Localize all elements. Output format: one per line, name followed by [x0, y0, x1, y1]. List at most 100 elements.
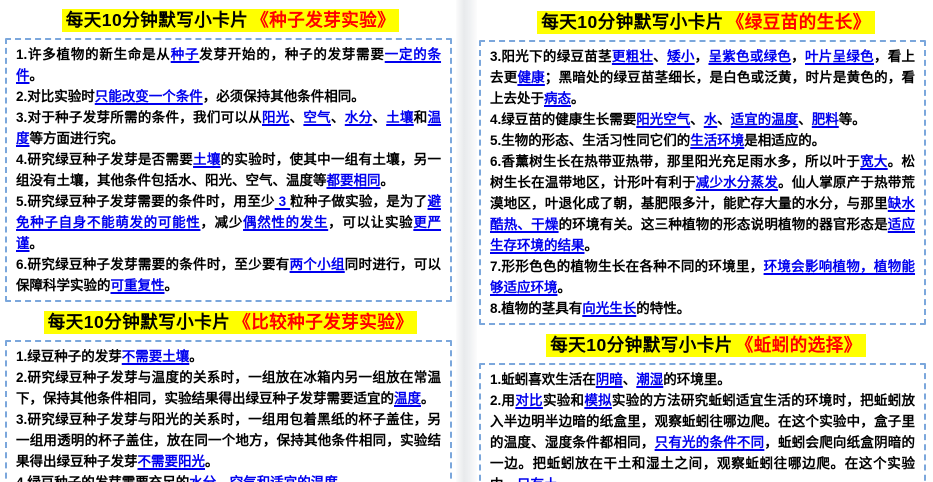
page-gap [456, 0, 477, 482]
title-book-name: 《种子发芽实验》 [251, 10, 396, 30]
title-book-name: 《绿豆苗的生长》 [726, 12, 871, 32]
card-item: 5.生物的形态、生活习性同它们的生活环境是相适应的。 [490, 130, 915, 151]
text-run: 8.植物的茎具有 [490, 301, 583, 316]
title-prefix: 每天10分钟默写小卡片 [47, 312, 231, 332]
card-body: 3.阳光下的绿豆苗茎更粗壮、矮小，呈紫色或绿色，叶片呈绿色，看上去更健康；黑暗处… [479, 40, 926, 325]
column-right: 每天10分钟默写小卡片 《绿豆苗的生长》 3.阳光下的绿豆苗茎更粗壮、矮小，呈紫色或… [477, 0, 933, 482]
text-run: 、 [289, 110, 304, 125]
text-run: 。 [584, 238, 599, 253]
card-item: 4.绿豆苗的健康生长需要阳光空气、水、适宜的温度、肥料等。 [490, 109, 915, 130]
text-run: 。 [29, 68, 44, 83]
text-run: 、 [330, 110, 345, 125]
text-run: 2.用 [490, 393, 516, 408]
answer-blank: 潮湿 [636, 372, 664, 387]
text-run: ，可以让实验 [328, 215, 414, 230]
answer-blank: 减少水分蒸发 [695, 175, 779, 190]
text-run: 4.研究绿豆种子发芽是否需要 [16, 152, 194, 167]
text-run: 。 [338, 475, 352, 482]
text-run: 7.形形色色的植物生长在各种不同的环境里， [490, 259, 764, 274]
text-run: 、 [798, 112, 812, 127]
text-run: 实验和 [542, 393, 585, 408]
answer-blank: 宽大 [860, 154, 888, 169]
answer-blank: 病态 [544, 91, 571, 106]
answer-blank: 偶然性的发生 [243, 215, 329, 230]
document-page: 每天10分钟默写小卡片 《种子发芽实验》 1.许多植物的新生命是从种子发芽开始的，种… [0, 0, 933, 482]
text-run: 、 [690, 112, 704, 127]
text-run: 1.绿豆种子的发芽 [16, 349, 122, 364]
card-body: 1.绿豆种子的发芽不需要土壤。 2.研究绿豆种子发芽与温度的关系时，一组放在冰箱内… [5, 340, 452, 482]
answer-blank: 3 [274, 194, 291, 209]
text-run: 是相适应的。 [744, 133, 826, 148]
card-item: 4.研究绿豆种子发芽是否需要土壤的实验时，使其中一组有土壤，另一组没有土壤，其他… [16, 149, 441, 191]
answer-blank: 空气 [303, 110, 331, 125]
column-left: 每天10分钟默写小卡片 《种子发芽实验》 1.许多植物的新生命是从种子发芽开始的，种… [0, 0, 456, 482]
card-title: 每天10分钟默写小卡片 《绿豆苗的生长》 [479, 10, 933, 34]
card-item: 3.研究绿豆种子发芽与阳光的关系时，一组用包着黑纸的杯子盖住，另一组用透明的杯子… [16, 409, 441, 472]
text-run: 5.研究绿豆种子发芽需要的条件时，用至少 [16, 194, 275, 209]
text-run: 等。 [838, 112, 866, 127]
card-title: 每天10分钟默写小卡片 《比较种子发芽实验》 [5, 310, 456, 334]
answer-blank: 适宜的温度 [730, 112, 799, 127]
text-run: 。 [205, 454, 219, 469]
text-run: ， [694, 49, 709, 64]
answer-blank: 土壤 [386, 110, 414, 125]
card-item: 2.用对比实验和模拟实验的方法研究蚯蚓适宜生活的环境时，把蚯蚓放入半边明半边暗的… [490, 390, 915, 482]
answer-blank: 矮小 [667, 49, 695, 64]
answer-blank: 不需要土壤 [121, 349, 190, 364]
text-run: 5.生物的形态、生活习性同它们的 [490, 133, 691, 148]
text-run: 、 [653, 49, 668, 64]
text-run: 。 [29, 236, 44, 251]
title-prefix: 每天10分钟默写小卡片 [550, 335, 733, 355]
card-item: 8.植物的茎具有向光生长的特性。 [490, 298, 915, 319]
title-book-name: 《蚯蚓的选择》 [735, 335, 862, 355]
answer-blank: 叶片呈绿色 [805, 49, 874, 64]
text-run: 6.研究绿豆种子发芽需要的条件时，至少要有 [16, 257, 290, 272]
title-highlight: 每天10分钟默写小卡片 《种子发芽实验》 [61, 9, 400, 32]
card-item: 2.研究绿豆种子发芽与温度的关系时，一组放在冰箱内另一组放在常温下，保持其他条件… [16, 367, 441, 409]
answer-blank: 可重复性 [110, 278, 165, 293]
text-run: ， [791, 49, 805, 64]
answer-blank: 温度 [394, 391, 421, 406]
title-prefix: 每天10分钟默写小卡片 [65, 10, 249, 30]
text-run: 。 [571, 91, 585, 106]
title-highlight: 每天10分钟默写小卡片 《蚯蚓的选择》 [546, 334, 866, 357]
text-run: 发芽开始的，种子的发芽需要 [199, 47, 385, 62]
card-item: 5.研究绿豆种子发芽需要的条件时，用至少 3 粒种子做实验，是为了避免种子自身不… [16, 191, 441, 254]
card-item: 3.阳光下的绿豆苗茎更粗壮、矮小，呈紫色或绿色，叶片呈绿色，看上去更健康；黑暗处… [490, 46, 915, 109]
card-item: 2.对比实验时只能改变一个条件，必须保持其他条件相同。 [16, 86, 441, 107]
answer-blank: 两个小组 [289, 257, 345, 272]
title-book-name: 《比较种子发芽实验》 [233, 312, 414, 332]
text-run: 的环境有关。这三种植物的形态说明植物的器官形态是 [558, 217, 888, 232]
title-highlight: 每天10分钟默写小卡片 《绿豆苗的生长》 [537, 11, 875, 34]
answer-blank: 对比 [515, 393, 543, 408]
answer-blank: 阳光空气 [636, 112, 691, 127]
text-run: 。 [421, 391, 435, 406]
card-item: 1.许多植物的新生命是从种子发芽开始的，种子的发芽需要一定的条件。 [16, 44, 441, 86]
card-title: 每天10分钟默写小卡片 《种子发芽实验》 [5, 8, 456, 32]
text-run: 粒种子做实验，是为了 [290, 194, 428, 209]
answer-blank: 只有光的条件不同 [654, 435, 765, 450]
answer-blank: 模拟 [584, 393, 612, 408]
title-highlight: 每天10分钟默写小卡片 《比较种子发芽实验》 [43, 311, 418, 334]
text-run: 1.蚯蚓喜欢生活在 [490, 372, 596, 387]
answer-blank: 向光生长 [582, 301, 637, 316]
card-item: 6.香薰树生长在热带亚热带，那里阳光充足雨水多，所以叶于宽大。松树生长在温带地区… [490, 151, 915, 256]
card-item: 1.蚯蚓喜欢生活在阴暗、潮湿的环境里。 [490, 369, 915, 390]
answer-blank: 生活环境 [690, 133, 745, 148]
text-run: 的环境里。 [663, 372, 731, 387]
answer-blank: 阴暗 [595, 372, 623, 387]
text-run: 6.香薰树生长在热带亚热带，那里阳光充足雨水多，所以叶于 [490, 154, 861, 169]
text-run: ，必须保持其他条件相同。 [202, 89, 365, 104]
card-item: 6.研究绿豆种子发芽需要的条件时，至少要有两个小组同时进行，可以保障科学实验的可… [16, 254, 441, 296]
text-run: 。 [164, 278, 179, 293]
answer-blank: 肥料 [811, 112, 839, 127]
text-run: 和 [413, 110, 428, 125]
card-body: 1.许多植物的新生命是从种子发芽开始的，种子的发芽需要一定的条件。 2.对比实验时… [5, 38, 452, 302]
answer-blank: 土壤 [193, 152, 221, 167]
answer-blank: 都要相同 [326, 173, 381, 188]
text-run: 。 [557, 280, 572, 295]
card-title: 每天10分钟默写小卡片 《蚯蚓的选择》 [479, 333, 933, 357]
text-run: 、 [622, 372, 637, 387]
answer-blank: 水 [703, 112, 718, 127]
card-item: 1.绿豆种子的发芽不需要土壤。 [16, 346, 441, 367]
